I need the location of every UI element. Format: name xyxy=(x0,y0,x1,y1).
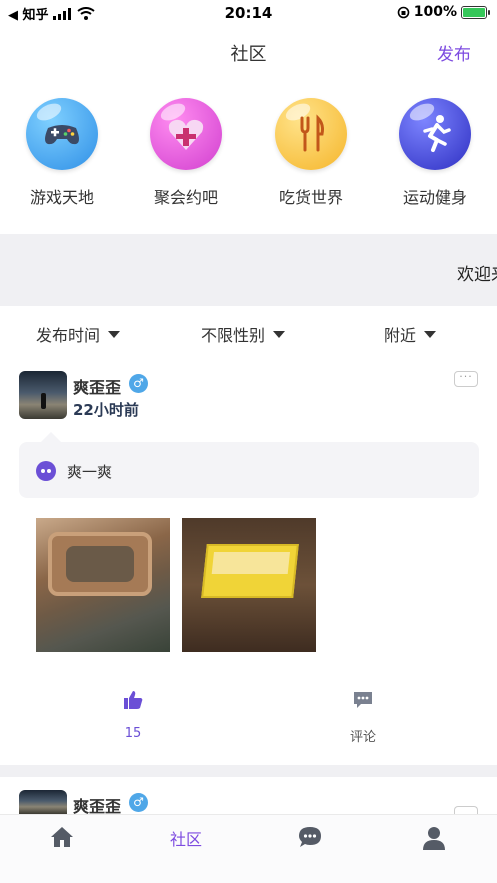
thumbs-up-icon xyxy=(124,691,143,709)
like-count: 15 xyxy=(124,726,142,741)
chat-bubble-icon xyxy=(299,827,321,847)
caret-down-icon xyxy=(108,330,121,338)
category-food[interactable]: 吃货世界 xyxy=(261,98,361,208)
tab-profile[interactable] xyxy=(404,825,464,855)
person-icon xyxy=(423,827,445,850)
more-options-button[interactable]: ··· xyxy=(454,371,478,387)
category-label: 运动健身 xyxy=(402,188,467,207)
page-title: 社区 xyxy=(230,44,267,65)
banner-text: 欢迎来 xyxy=(457,265,497,285)
battery-percent: 100% xyxy=(413,4,457,20)
category-label: 聚会约吧 xyxy=(153,188,218,207)
announcement-banner[interactable]: 欢迎来 xyxy=(0,234,497,306)
post-divider xyxy=(0,765,497,777)
comment-icon xyxy=(354,692,372,708)
male-gender-icon: ♂ xyxy=(129,374,148,393)
avatar[interactable] xyxy=(19,371,67,419)
filter-bar: 发布时间 不限性别 附近 xyxy=(0,318,497,348)
category-row: 游戏天地 聚会约吧 吃货世界 运动健身 xyxy=(0,98,497,218)
category-party[interactable]: 聚会约吧 xyxy=(136,98,236,208)
filter-publish-time[interactable]: 发布时间 xyxy=(36,322,121,346)
post-username[interactable]: 爽歪歪 xyxy=(73,374,121,398)
like-button[interactable]: 15 xyxy=(93,690,173,741)
filter-label: 发布时间 xyxy=(36,326,101,345)
battery-icon xyxy=(461,5,490,19)
orientation-lock-icon xyxy=(397,6,410,18)
comment-label: 评论 xyxy=(349,730,376,745)
caret-down-icon xyxy=(424,330,437,338)
topic-face-icon xyxy=(36,461,56,481)
more-options-button[interactable] xyxy=(454,806,478,814)
filter-distance[interactable]: 附近 xyxy=(384,322,437,346)
filter-label: 附近 xyxy=(384,326,417,345)
category-games[interactable]: 游戏天地 xyxy=(12,98,112,208)
fork-knife-icon xyxy=(275,98,347,170)
gamepad-icon xyxy=(26,98,98,170)
topic-tag[interactable]: 爽一爽 xyxy=(19,432,479,498)
avatar[interactable] xyxy=(19,790,67,814)
topic-text: 爽一爽 xyxy=(67,463,113,481)
category-label: 吃货世界 xyxy=(278,188,343,207)
status-right: 100% xyxy=(397,4,490,20)
home-icon xyxy=(51,827,73,847)
comment-button[interactable]: 评论 xyxy=(323,690,403,745)
post-photo-ashtray[interactable] xyxy=(36,518,170,652)
category-sports[interactable]: 运动健身 xyxy=(385,98,485,208)
tab-bar: 社区 xyxy=(0,814,497,883)
post-time: 22小时前 xyxy=(73,401,139,419)
tab-messages[interactable] xyxy=(280,825,340,855)
heart-gift-icon xyxy=(150,98,222,170)
male-gender-icon: ♂ xyxy=(129,793,148,812)
tab-community[interactable]: 社区 xyxy=(156,825,216,855)
filter-gender[interactable]: 不限性别 xyxy=(201,322,286,346)
runner-icon xyxy=(399,98,471,170)
caret-down-icon xyxy=(273,330,286,338)
category-label: 游戏天地 xyxy=(29,188,94,207)
status-bar: ◀ 知乎 20:14 100% xyxy=(0,0,497,26)
post-photo-cigarette-box[interactable] xyxy=(182,518,316,652)
nav-bar: 社区 发布 xyxy=(0,26,497,76)
publish-button[interactable]: 发布 xyxy=(437,40,471,65)
tab-home[interactable] xyxy=(32,825,92,855)
filter-label: 不限性别 xyxy=(201,326,266,345)
